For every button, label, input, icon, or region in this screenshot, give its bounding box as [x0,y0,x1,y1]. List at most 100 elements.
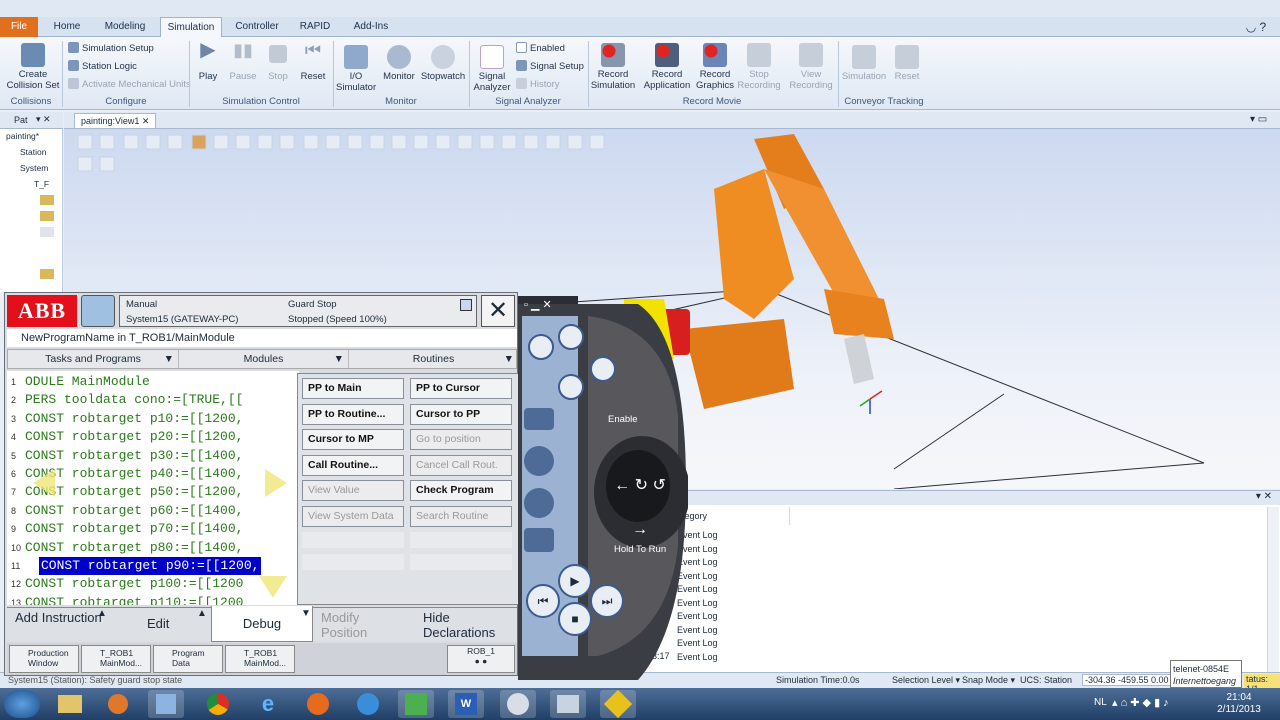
production-window-tab[interactable]: Production Window [9,645,79,673]
record-simulation-button[interactable]: Record Simulation [590,43,636,91]
word-icon[interactable]: W [448,690,484,718]
language-indicator[interactable]: NL [1094,697,1107,708]
enable-label[interactable]: Enable [608,414,638,425]
chrome-icon[interactable] [200,690,236,718]
scroll-left-arrow-icon[interactable] [33,469,55,497]
station-logic-button[interactable]: Station Logic [68,60,137,74]
add-instruction-button[interactable]: Add Instruction [15,610,105,625]
stop-recording-button[interactable]: Stop Recording [736,43,782,91]
selection-level-dropdown[interactable]: Selection Level ▾ [892,675,960,686]
abb-logo[interactable]: ABB [7,295,77,327]
modify-position-button[interactable]: Modify Position [321,610,405,640]
clock[interactable]: 21:04 2/11/2013 [1214,692,1264,716]
debug-button[interactable]: Debug [211,606,313,642]
modules-menu[interactable]: Modules ▼ [178,350,348,368]
scroll-right-arrow-icon[interactable] [265,469,287,497]
call-routine-button[interactable]: Call Routine... [302,455,404,476]
view-value-button[interactable]: View Value [302,480,404,501]
routines-menu[interactable]: Routines ▼ [348,350,518,368]
app-icon[interactable] [600,689,636,719]
pendant-mode-key[interactable] [524,408,554,430]
view-recording-button[interactable]: View Recording [788,43,834,91]
start-key-icon[interactable]: ▶ [558,564,592,598]
pendant-window-controls[interactable]: ▫ ▁ ✕ [524,298,552,311]
t-rob1-tab[interactable]: T_ROB1 MainMod... [81,645,151,673]
tasks-and-programs-menu[interactable]: Tasks and Programs ▼ [8,350,178,368]
tab-modeling[interactable]: Modeling [96,17,154,37]
output-window-controls[interactable]: ▾ ✕ [1256,491,1272,502]
reset-button[interactable]: ⏮ Reset [298,41,328,82]
tab-controller[interactable]: Controller [228,17,286,37]
pendant-toggle-key[interactable] [524,488,554,518]
tab-home[interactable]: Home [44,17,90,37]
pendant-key[interactable] [558,324,584,350]
tab-simulation[interactable]: Simulation [160,17,222,38]
tab-painting-view1[interactable]: painting:View1 ✕ [74,113,157,129]
record-application-button[interactable]: Record Application [640,43,694,91]
snap-mode-dropdown[interactable]: Snap Mode ▾ [962,675,1015,686]
close-button[interactable]: ✕ [481,295,515,327]
quickset-icon[interactable] [81,295,115,327]
app-icon[interactable] [350,690,386,718]
signal-setup-button[interactable]: Signal Setup [516,60,584,74]
browser-tab[interactable]: Pat [14,115,28,125]
pp-to-routine-button[interactable]: PP to Routine... [302,404,404,425]
t-rob1-tab-2[interactable]: T_ROB1 MainMod... [225,645,295,673]
cancel-call-routine-button[interactable]: Cancel Call Rout. [410,455,512,476]
explorer-icon[interactable] [52,690,88,718]
pendant-key[interactable] [528,334,554,360]
tree-item-task[interactable]: T_F [34,179,49,189]
tab-add-ins[interactable]: Add-Ins [346,17,396,37]
help-icon[interactable]: ◡ ? [1236,17,1276,37]
go-to-position-button[interactable]: Go to position [410,429,512,450]
simulation-setup-button[interactable]: Simulation Setup [68,42,154,56]
pendant-key[interactable] [590,356,616,382]
play-button[interactable]: ▶ Play [193,40,223,82]
internet-explorer-icon[interactable]: e [250,690,286,718]
view-system-data-button[interactable]: View System Data [302,506,404,527]
stop-key-icon[interactable]: ■ [558,602,592,636]
search-routine-button[interactable]: Search Routine [410,506,512,527]
firefox-icon[interactable] [300,690,336,718]
close-tab-icon[interactable]: ✕ [142,116,150,126]
conveyor-reset-button[interactable]: Reset [890,45,924,82]
start-button[interactable] [4,690,40,718]
tree-item-painting[interactable]: painting* [6,131,39,141]
pin-icon[interactable]: ▾ ✕ [36,114,51,125]
code-editor[interactable]: 1 ODULE MainModule 2 PERS tooldata cono:=… [7,371,299,605]
ucs-station[interactable]: UCS: Station [1020,675,1072,685]
activate-mechanical-units-button[interactable]: Activate Mechanical Units [68,78,191,92]
pp-to-cursor-button[interactable]: PP to Cursor [410,378,512,399]
joystick-arrows-icon[interactable]: ← ↻ ↺ → [604,464,676,538]
rob1-status-button[interactable]: ROB_1 ● ● [447,645,515,673]
pp-to-main-button[interactable]: PP to Main [302,378,404,399]
conveyor-simulation-button[interactable]: Simulation [840,45,888,82]
cursor-to-pp-button[interactable]: Cursor to PP [410,404,512,425]
app-icon[interactable] [550,690,586,718]
enabled-checkbox[interactable]: Enabled [516,42,565,56]
output-scrollbar[interactable] [1267,507,1279,673]
signal-analyzer-button[interactable]: Signal Analyzer [472,45,512,93]
program-data-tab[interactable]: Program Data [153,645,223,673]
pendant-key[interactable] [558,374,584,400]
step-backward-key-icon[interactable]: ⏮ [526,584,560,618]
tree-item-system[interactable]: System [20,163,48,173]
cursor-to-mp-button[interactable]: Cursor to MP [302,429,404,450]
check-program-button[interactable]: Check Program [410,480,512,501]
monitor-button[interactable]: Monitor [380,45,418,82]
tab-rapid[interactable]: RAPID [294,17,336,37]
tab-file[interactable]: File [0,17,38,37]
edit-button[interactable]: Edit [147,616,169,631]
pendant-toggle-key[interactable] [524,446,554,476]
app-icon[interactable] [500,690,536,718]
pause-button[interactable]: ▮▮ Pause [228,41,258,82]
history-button[interactable]: History [516,78,560,92]
io-simulator-button[interactable]: I/O Simulator [336,45,376,93]
window-controls[interactable]: ▾ ▭ [1250,114,1267,125]
create-collision-set-button[interactable]: Create Collision Set [4,43,62,91]
tray-icons[interactable]: ▴ ⌂ ✚ ◆ ▮ ♪ [1112,696,1169,709]
stop-button[interactable]: Stop [263,45,293,82]
stopwatch-button[interactable]: Stopwatch [420,45,466,82]
record-graphics-button[interactable]: Record Graphics [694,43,736,91]
pendant-increment-key[interactable] [524,528,554,552]
